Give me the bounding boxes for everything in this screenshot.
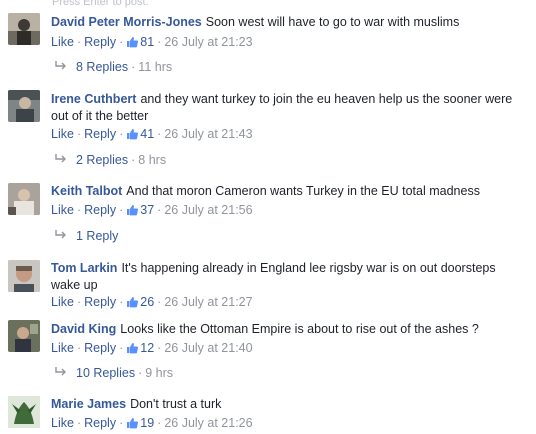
reply-link[interactable]: Reply: [84, 416, 116, 430]
comment-actions: Like · Reply · 81 · 26 July at 21:23: [51, 35, 253, 49]
like-count[interactable]: 81: [126, 35, 154, 49]
like-link[interactable]: Like: [51, 203, 74, 217]
thumbs-up-icon: [127, 418, 139, 429]
avatar[interactable]: [8, 260, 40, 292]
comment-body: David Peter Morris-Jones Soon west will h…: [51, 14, 521, 31]
comment-timestamp[interactable]: 26 July at 21:43: [164, 127, 252, 141]
comment-author-link[interactable]: Tom Larkin: [51, 261, 117, 275]
replies-count[interactable]: 10 Replies: [76, 366, 135, 380]
reply-arrow-icon: [55, 154, 66, 163]
reply-arrow-icon: [55, 61, 66, 70]
replies-count[interactable]: 2 Replies: [76, 153, 128, 167]
view-replies-link[interactable]: 1 Reply: [55, 228, 118, 245]
reply-link[interactable]: Reply: [84, 295, 116, 309]
view-replies-link[interactable]: 8 Replies · 11 hrs: [55, 59, 172, 76]
replies-count[interactable]: 1 Reply: [76, 229, 118, 243]
like-count[interactable]: 37: [126, 203, 154, 217]
reply-link[interactable]: Reply: [84, 341, 116, 355]
like-link[interactable]: Like: [51, 341, 74, 355]
reply-arrow-icon: [55, 367, 66, 376]
like-link[interactable]: Like: [51, 295, 74, 309]
comment-text: Don't trust a turk: [130, 397, 222, 411]
like-link[interactable]: Like: [51, 35, 74, 49]
thumbs-up-icon: [127, 343, 139, 354]
comment-body: Marie James Don't trust a turk: [51, 396, 521, 413]
profile-photo-icon: [8, 90, 40, 122]
comment-author-link[interactable]: Marie James: [51, 397, 126, 411]
avatar[interactable]: [8, 90, 40, 122]
replies-count[interactable]: 8 Replies: [76, 60, 128, 74]
avatar[interactable]: [8, 396, 40, 428]
comment-body: Irene Cuthbert and they want turkey to jo…: [51, 91, 521, 125]
view-replies-link[interactable]: 2 Replies · 8 hrs: [55, 152, 166, 169]
replies-time: 11 hrs: [138, 60, 173, 74]
comment-timestamp[interactable]: 26 July at 21:23: [164, 35, 252, 49]
view-replies-link[interactable]: 10 Replies · 9 hrs: [55, 365, 173, 382]
press-enter-hint: Press Enter to post.: [52, 0, 149, 8]
thumbs-up-icon: [127, 297, 139, 308]
comment-author-link[interactable]: David King: [51, 322, 116, 336]
replies-time: 9 hrs: [145, 366, 174, 380]
comment-body: David King Looks like the Ottoman Empire …: [51, 321, 521, 338]
comment-actions: Like · Reply · 19 · 26 July at 21:26: [51, 416, 253, 430]
comment-timestamp[interactable]: 26 July at 21:27: [164, 295, 252, 309]
thumbs-up-icon: [127, 129, 139, 140]
reply-link[interactable]: Reply: [84, 127, 116, 141]
like-count[interactable]: 26: [126, 295, 154, 309]
comment-actions: Like · Reply · 26 · 26 July at 21:27: [51, 295, 253, 309]
like-link[interactable]: Like: [51, 127, 74, 141]
like-count[interactable]: 41: [126, 127, 154, 141]
profile-photo-icon: [8, 320, 40, 352]
comment-actions: Like · Reply · 37 · 26 July at 21:56: [51, 203, 253, 217]
comment-author-link[interactable]: Irene Cuthbert: [51, 92, 136, 106]
thumbs-up-icon: [127, 37, 139, 48]
comment-actions: Like · Reply · 41 · 26 July at 21:43: [51, 127, 253, 141]
thumbs-up-icon: [127, 205, 139, 216]
reply-arrow-icon: [55, 230, 66, 239]
comment-text: It's happening already in England lee ri…: [51, 261, 496, 292]
comment-timestamp[interactable]: 26 July at 21:56: [164, 203, 252, 217]
profile-photo-icon: [8, 13, 40, 45]
comment-timestamp[interactable]: 26 July at 21:40: [164, 341, 252, 355]
comment-author-link[interactable]: David Peter Morris-Jones: [51, 15, 202, 29]
profile-photo-icon: [8, 183, 40, 215]
profile-photo-icon: [8, 260, 40, 292]
comment-text: Looks like the Ottoman Empire is about t…: [120, 322, 479, 336]
profile-photo-icon: [8, 396, 40, 428]
comment-timestamp[interactable]: 26 July at 21:26: [164, 416, 252, 430]
comment-text: Soon west will have to go to war with mu…: [205, 15, 460, 29]
comment-text: And that moron Cameron wants Turkey in t…: [126, 184, 480, 198]
like-count[interactable]: 12: [126, 341, 154, 355]
like-link[interactable]: Like: [51, 416, 74, 430]
avatar[interactable]: [8, 183, 40, 215]
like-count[interactable]: 19: [126, 416, 154, 430]
replies-time: 8 hrs: [138, 153, 167, 167]
comment-body: Tom Larkin It's happening already in Engl…: [51, 260, 521, 294]
reply-link[interactable]: Reply: [84, 203, 116, 217]
comment-body: Keith Talbot And that moron Cameron wants…: [51, 183, 521, 200]
reply-link[interactable]: Reply: [84, 35, 116, 49]
comment-author-link[interactable]: Keith Talbot: [51, 184, 122, 198]
avatar[interactable]: [8, 13, 40, 45]
comment-actions: Like · Reply · 12 · 26 July at 21:40: [51, 341, 253, 355]
avatar[interactable]: [8, 320, 40, 352]
